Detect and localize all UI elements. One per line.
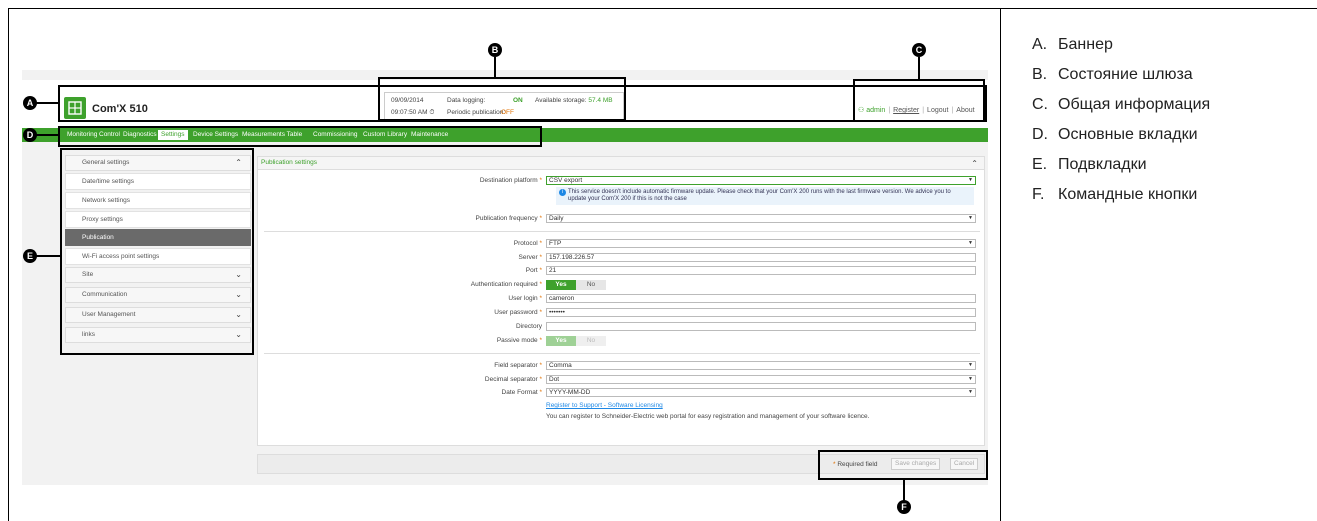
publication-frequency-label: Publication frequency * <box>475 215 543 222</box>
callout-b: B <box>488 43 502 57</box>
legend-item-c: C. Общая информация <box>1032 96 1211 113</box>
user-password-label: User password * <box>494 309 542 316</box>
divider <box>264 231 980 232</box>
panel-title[interactable]: Publication settings ⌃ <box>258 157 984 170</box>
annotation-box-b <box>378 77 626 121</box>
user-login-label: User login * <box>508 295 542 302</box>
port-input[interactable]: 21 <box>546 266 976 275</box>
field-separator-label: Field separator * <box>494 362 542 369</box>
chevron-up-icon: ⌃ <box>971 159 978 168</box>
directory-label: Directory <box>515 323 542 330</box>
user-password-input[interactable]: ••••••• <box>546 308 976 317</box>
callout-a: A <box>23 96 37 110</box>
auth-yes-toggle[interactable]: Yes <box>546 280 576 290</box>
divider <box>264 353 980 354</box>
server-label: Server * <box>518 254 543 261</box>
legend-item-e: E. Подвкладки <box>1032 156 1147 173</box>
callout-f: F <box>897 500 911 514</box>
date-format-select[interactable]: YYYY-MM-DD <box>546 388 976 397</box>
publication-frequency-select[interactable]: Daily <box>546 214 976 223</box>
user-login-input[interactable]: cameron <box>546 294 976 303</box>
server-input[interactable]: 157.198.226.57 <box>546 253 976 262</box>
legend-item-b: B. Состояние шлюза <box>1032 66 1193 83</box>
annotation-box-e <box>60 148 254 355</box>
authentication-required-label: Authentication required * <box>470 281 542 288</box>
passive-yes-toggle[interactable]: Yes <box>546 336 576 346</box>
legend-item-d: D. Основные вкладки <box>1032 126 1198 143</box>
publication-settings-panel: Publication settings ⌃ Destination platfo… <box>257 156 985 446</box>
date-format-label: Date Format * <box>501 389 542 396</box>
decimal-separator-label: Decimal separator * <box>484 376 542 383</box>
protocol-label: Protocol * <box>513 240 542 247</box>
callout-c: C <box>912 43 926 57</box>
auth-no-toggle[interactable]: No <box>576 280 606 290</box>
directory-input[interactable] <box>546 322 976 331</box>
annotation-box-c <box>853 79 985 122</box>
annotation-box-f <box>818 450 988 480</box>
legend-item-a: A. Баннер <box>1032 36 1113 53</box>
info-icon: i <box>559 189 566 196</box>
port-label: Port * <box>525 267 542 274</box>
firmware-info-message: i This service doesn't include automatic … <box>556 187 974 205</box>
passive-mode-label: Passive mode * <box>496 337 542 344</box>
figure-divider <box>1000 8 1001 521</box>
callout-d: D <box>23 128 37 142</box>
destination-platform-label: Destination platform * <box>479 177 542 184</box>
register-note: You can register to Schneider-Electric w… <box>546 413 870 420</box>
field-separator-select[interactable]: Comma <box>546 361 976 370</box>
decimal-separator-select[interactable]: Dot <box>546 375 976 384</box>
legend-item-f: F. Командные кнопки <box>1032 186 1198 203</box>
passive-no-toggle[interactable]: No <box>576 336 606 346</box>
annotation-box-d <box>58 126 542 147</box>
destination-platform-select[interactable]: CSV export <box>546 176 976 185</box>
protocol-select[interactable]: FTP <box>546 239 976 248</box>
callout-e: E <box>23 249 37 263</box>
register-support-link[interactable]: Register to Support - Software Licensing <box>546 402 663 409</box>
